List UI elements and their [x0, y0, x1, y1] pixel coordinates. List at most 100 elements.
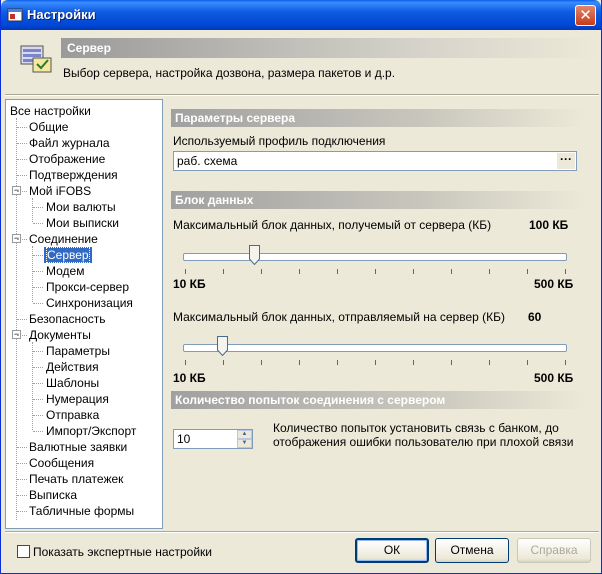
tree-item[interactable]: Печать платежек — [27, 471, 125, 487]
title-bar[interactable]: Настройки ✕ — [1, 0, 601, 30]
footer-divider — [5, 531, 599, 533]
tree-guide-line — [17, 495, 27, 496]
tree-item[interactable]: Мои выписки — [44, 215, 121, 231]
retries-spinner[interactable]: 10 ▲ ▼ — [173, 429, 253, 449]
tree-item-label: Общие — [29, 120, 69, 134]
settings-tree[interactable]: Все настройки Общие Файл журнала Отображени… — [5, 99, 163, 529]
tree-item[interactable]: Файл журнала — [27, 135, 112, 151]
tree-item-label: Табличные формы — [29, 504, 135, 518]
tree-item[interactable]: Безопасность — [27, 311, 108, 327]
slider-thumb[interactable] — [248, 245, 260, 265]
tree-guide-line — [33, 271, 43, 272]
tree-item[interactable]: Мой iFOBS — [27, 183, 93, 199]
profile-value: раб. схема — [177, 154, 238, 168]
close-button[interactable]: ✕ — [575, 5, 596, 26]
tree-item[interactable]: Общие — [27, 119, 70, 135]
data-block-heading: Блок данных — [171, 191, 585, 209]
tree-guide-line — [32, 342, 33, 430]
spin-down-icon[interactable]: ▼ — [237, 439, 252, 448]
retries-value: 10 — [177, 432, 191, 446]
tree-guide-line — [33, 351, 43, 352]
tree-item[interactable]: Табличные формы — [27, 503, 136, 519]
tree-item[interactable]: Подтверждения — [27, 167, 120, 183]
tree-guide-line — [17, 479, 27, 480]
send-max-label: 500 КБ — [534, 371, 574, 385]
expert-settings-checkbox[interactable] — [17, 545, 30, 558]
tree-item-label: Модем — [46, 264, 85, 278]
window-title: Настройки — [27, 7, 96, 22]
tree-guide-line — [33, 303, 43, 304]
tree-item-label: Отправка — [46, 408, 100, 422]
page-subtitle: Выбор сервера, настройка дозвона, размер… — [63, 66, 396, 80]
profile-field[interactable]: раб. схема ··· — [173, 151, 577, 171]
tree-item[interactable]: Валютные заявки — [27, 439, 129, 455]
tree-item[interactable]: Модем — [44, 263, 86, 279]
tree-item[interactable]: Нумерация — [44, 391, 111, 407]
receive-block-label: Максимальный блок данных, получемый от с… — [173, 218, 492, 232]
slider-tick — [527, 269, 528, 274]
send-block-slider[interactable] — [173, 332, 577, 370]
tree-guide-line — [17, 127, 27, 128]
slider-tick — [413, 360, 414, 365]
slider-tick — [299, 269, 300, 274]
expert-settings-label[interactable]: Показать экспертные настройки — [33, 545, 212, 559]
slider-thumb[interactable] — [217, 336, 229, 356]
slider-tick — [337, 269, 338, 274]
tree-item[interactable]: Документы — [27, 327, 93, 343]
browse-profile-button[interactable]: ··· — [557, 153, 575, 169]
tree-item-label: Выписка — [29, 488, 78, 502]
tree-item[interactable]: Все настройки — [8, 103, 93, 119]
tree-guide-line — [17, 239, 27, 240]
tree-item[interactable]: Сообщения — [27, 455, 96, 471]
tree-guide-line — [17, 143, 27, 144]
send-block-label: Максимальный блок данных, отправляемый н… — [173, 310, 506, 324]
tree-item[interactable]: Мои валюты — [44, 199, 118, 215]
slider-tick — [223, 269, 224, 274]
header-divider — [5, 94, 599, 96]
tree-item-label: Отображение — [29, 152, 106, 166]
cancel-button[interactable]: Отмена — [435, 538, 509, 563]
tree-item-label: Мои валюты — [46, 200, 116, 214]
tree-item[interactable]: Соединение — [27, 231, 100, 247]
server-params-heading: Параметры сервера — [171, 109, 585, 127]
tree-item-label: Мой iFOBS — [29, 184, 92, 198]
tree-item[interactable]: Прокси-сервер — [44, 279, 131, 295]
slider-tick — [489, 360, 490, 365]
tree-item[interactable]: Отправка — [44, 407, 101, 423]
tree-item-label: Все настройки — [10, 104, 91, 118]
server-settings-panel: Параметры сервера Используемый профиль п… — [167, 99, 599, 529]
slider-tick — [223, 360, 224, 365]
tree-guide-line — [33, 399, 43, 400]
tree-guide-line — [17, 463, 27, 464]
tree-item[interactable]: Шаблоны — [44, 375, 101, 391]
tree-item[interactable]: Сервер — [44, 247, 92, 263]
tree-item[interactable]: Параметры — [44, 343, 112, 359]
tree-item[interactable]: Отображение — [27, 151, 107, 167]
slider-tick — [451, 360, 452, 365]
app-icon — [7, 8, 23, 22]
tree-guide-line — [33, 383, 43, 384]
ok-button[interactable]: ОК — [355, 538, 429, 563]
slider-tick — [375, 360, 376, 365]
spin-up-icon[interactable]: ▲ — [237, 430, 252, 439]
tree-item[interactable]: Действия — [44, 359, 101, 375]
help-button[interactable]: Справка — [517, 538, 591, 563]
receive-max-label: 500 КБ — [534, 277, 574, 291]
tree-item[interactable]: Импорт/Экспорт — [44, 423, 138, 439]
receive-block-slider[interactable] — [173, 241, 577, 279]
tree-guide-line — [33, 223, 43, 224]
tree-item-label: Параметры — [46, 344, 110, 358]
tree-item-label: Подтверждения — [29, 168, 118, 182]
tree-guide-line — [17, 335, 27, 336]
tree-item-label: Мои выписки — [46, 216, 119, 230]
tree-item[interactable]: Выписка — [27, 487, 79, 503]
slider-tick — [185, 269, 186, 274]
page-title: Сервер — [61, 38, 599, 58]
slider-tick — [261, 360, 262, 365]
tree-item-label: Шаблоны — [46, 376, 100, 390]
slider-tick — [299, 360, 300, 365]
page-header: Сервер Выбор сервера, настройка дозвона,… — [5, 30, 599, 92]
tree-item[interactable]: Синхронизация — [44, 295, 135, 311]
tree-guide-line — [17, 191, 27, 192]
tree-item-label: Соединение — [29, 232, 98, 246]
